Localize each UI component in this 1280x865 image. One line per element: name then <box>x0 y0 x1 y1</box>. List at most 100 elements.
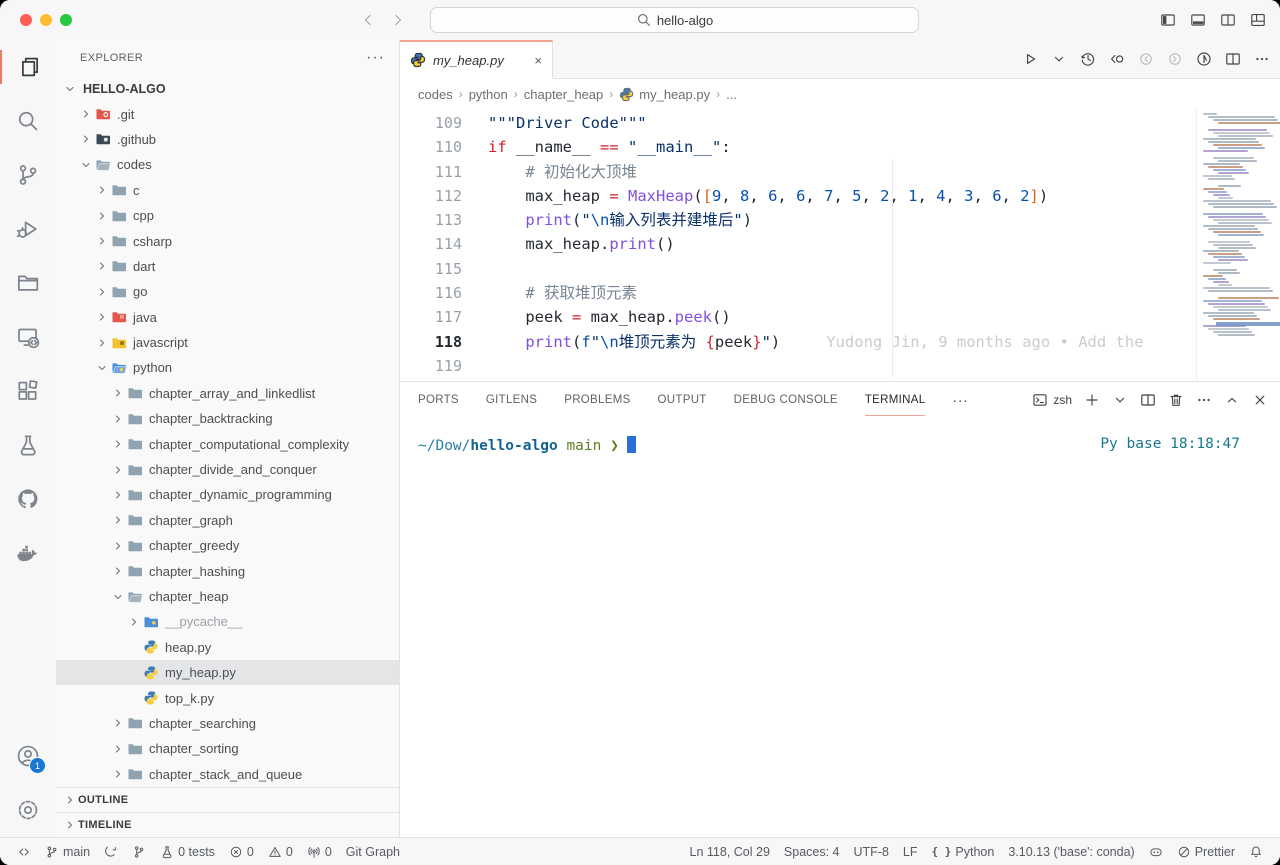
code-line-112[interactable]: 112 max_heap = MaxHeap([9, 8, 6, 6, 7, 5… <box>400 184 1280 208</box>
code-line-117[interactable]: 117 peek = max_heap.peek() <box>400 305 1280 329</box>
tree-item-chapter-greedy[interactable]: chapter_greedy <box>56 533 399 558</box>
toggle-sidebar-icon[interactable] <box>1160 12 1176 28</box>
breadcrumb-item[interactable]: my_heap.py <box>619 87 710 102</box>
activity-item-project-manager[interactable] <box>0 256 56 310</box>
open-changes-icon[interactable] <box>1109 51 1125 67</box>
customize-layout-icon[interactable] <box>1250 12 1266 28</box>
activity-item-run-debug[interactable] <box>0 202 56 256</box>
code-line-111[interactable]: 111 # 初始化大顶堆 <box>400 160 1280 184</box>
tree-item-my-heap-py[interactable]: my_heap.py <box>56 660 399 685</box>
status-item-ln-118-col-29[interactable]: Ln 118, Col 29 <box>683 845 777 859</box>
tree-item-chapter-searching[interactable]: chapter_searching <box>56 711 399 736</box>
tree-item-codes[interactable]: codes <box>56 152 399 177</box>
run-icon[interactable] <box>1022 51 1038 67</box>
tree-item--github[interactable]: .github <box>56 127 399 152</box>
status-item-git-graph[interactable]: Git Graph <box>339 845 407 859</box>
tree-item-go[interactable]: go <box>56 279 399 304</box>
activity-item-source-control[interactable] <box>0 148 56 202</box>
split-editor-icon[interactable] <box>1220 12 1236 28</box>
status-item-copilot-icon[interactable] <box>1142 845 1170 859</box>
status-item-3-10-13-base-conda-[interactable]: 3.10.13 ('base': conda) <box>1001 845 1141 859</box>
panel-tab-problems[interactable]: PROBLEMS <box>564 385 630 415</box>
command-center-search[interactable]: hello-algo <box>430 7 919 33</box>
tree-item-chapter-graph[interactable]: chapter_graph <box>56 508 399 533</box>
tree-item-python[interactable]: python <box>56 355 399 380</box>
back-icon[interactable] <box>360 12 376 28</box>
breadcrumb-item[interactable]: ... <box>726 87 737 102</box>
status-item-commit-graph-icon[interactable] <box>125 845 153 859</box>
code-line-113[interactable]: 113 print("\n输入列表并建堆后") <box>400 208 1280 232</box>
status-item-prettier[interactable]: Prettier <box>1170 845 1242 859</box>
tree-item-chapter-sorting[interactable]: chapter_sorting <box>56 736 399 761</box>
tree-item-chapter-divide-and-conquer[interactable]: chapter_divide_and_conquer <box>56 457 399 482</box>
breadcrumb-item[interactable]: chapter_heap <box>524 87 604 102</box>
tree-item--pycache-[interactable]: __pycache__ <box>56 609 399 634</box>
code-line-115[interactable]: 115 <box>400 257 1280 281</box>
zoom-window-button[interactable] <box>60 14 72 26</box>
panel-tab-terminal[interactable]: TERMINAL <box>865 385 926 416</box>
code-line-118[interactable]: 118 print(f"\n堆顶元素为 {peek}")Yudong Jin, … <box>400 330 1280 354</box>
tree-item-chapter-hashing[interactable]: chapter_hashing <box>56 558 399 583</box>
tree-item-chapter-dynamic-programming[interactable]: chapter_dynamic_programming <box>56 482 399 507</box>
activity-item-remote-explorer[interactable] <box>0 310 56 364</box>
panel-tab-ports[interactable]: PORTS <box>418 385 459 415</box>
tree-item-java[interactable]: java <box>56 305 399 330</box>
tree-item-chapter-heap[interactable]: chapter_heap <box>56 584 399 609</box>
activity-item-testing[interactable] <box>0 418 56 472</box>
terminal[interactable]: ~/Dow/hello-algo main ❯ Py base 18:18:47 <box>400 418 1280 454</box>
tree-item-csharp[interactable]: csharp <box>56 228 399 253</box>
status-item-sync-icon[interactable] <box>97 845 125 859</box>
panel-action[interactable] <box>1196 392 1212 408</box>
panel-action[interactable] <box>1112 392 1128 408</box>
tree-item-chapter-stack-and-queue[interactable]: chapter_stack_and_queue <box>56 762 399 787</box>
split-editor-icon[interactable] <box>1225 51 1241 67</box>
code-line-116[interactable]: 116 # 获取堆顶元素 <box>400 281 1280 305</box>
tree-item-chapter-array-and-linkedlist[interactable]: chapter_array_and_linkedlist <box>56 381 399 406</box>
tree-item-chapter-backtracking[interactable]: chapter_backtracking <box>56 406 399 431</box>
panel-action[interactable] <box>1084 392 1100 408</box>
minimap[interactable] <box>1196 109 1280 381</box>
code-line-114[interactable]: 114 max_heap.print() <box>400 232 1280 256</box>
tree-item-hello-algo[interactable]: HELLO-ALGO <box>56 76 399 101</box>
panel-tab-debug-console[interactable]: DEBUG CONSOLE <box>734 385 838 415</box>
code-line-110[interactable]: 110if __name__ == "__main__": <box>400 135 1280 159</box>
code-line-109[interactable]: 109"""Driver Code""" <box>400 111 1280 135</box>
section-outline[interactable]: OUTLINE <box>56 787 399 812</box>
breadcrumb-item[interactable]: python <box>469 87 508 102</box>
status-item-remote-icon[interactable] <box>10 845 38 859</box>
activity-item-docker[interactable] <box>0 526 56 580</box>
chevron-down-icon[interactable] <box>1051 51 1067 67</box>
tree-item-heap-py[interactable]: heap.py <box>56 635 399 660</box>
activity-item-explorer[interactable] <box>0 40 56 94</box>
panel-action[interactable] <box>1140 392 1156 408</box>
panel-action[interactable] <box>1168 392 1184 408</box>
tree-item--git[interactable]: .git <box>56 101 399 126</box>
tree-item-chapter-computational-complexity[interactable]: chapter_computational_complexity <box>56 431 399 456</box>
section-timeline[interactable]: TIMELINE <box>56 812 399 837</box>
activity-item-github[interactable] <box>0 472 56 526</box>
activity-item-extensions[interactable] <box>0 364 56 418</box>
tree-item-javascript[interactable]: javascript <box>56 330 399 355</box>
tab-my-heap[interactable]: my_heap.py × <box>400 40 553 79</box>
ellipsis-icon[interactable] <box>1254 51 1270 67</box>
panel-tab-output[interactable]: OUTPUT <box>658 385 707 415</box>
breadcrumb-item[interactable]: codes <box>418 87 453 102</box>
code-editor[interactable]: 109"""Driver Code"""110if __name__ == "_… <box>400 109 1280 381</box>
close-tab-icon[interactable]: × <box>534 53 542 68</box>
explorer-more-actions[interactable]: ··· <box>366 49 385 67</box>
panel-action[interactable] <box>1252 392 1268 408</box>
tree-item-top-k-py[interactable]: top_k.py <box>56 685 399 710</box>
panel-action[interactable] <box>1224 392 1240 408</box>
toggle-panel-icon[interactable] <box>1190 12 1206 28</box>
tree-item-cpp[interactable]: cpp <box>56 203 399 228</box>
activity-item-settings[interactable] <box>0 783 56 837</box>
forward-icon[interactable] <box>390 12 406 28</box>
minimize-window-button[interactable] <box>40 14 52 26</box>
status-item-python[interactable]: { }Python <box>925 845 1002 859</box>
shell-selector[interactable]: zsh <box>1032 392 1072 408</box>
code-line-119[interactable]: 119 <box>400 354 1280 378</box>
activity-item-search[interactable] <box>0 94 56 148</box>
gitlens-graph-icon[interactable] <box>1196 51 1212 67</box>
status-item-0[interactable]: 0 <box>261 845 300 859</box>
status-item-0-tests[interactable]: 0 tests <box>153 845 222 859</box>
